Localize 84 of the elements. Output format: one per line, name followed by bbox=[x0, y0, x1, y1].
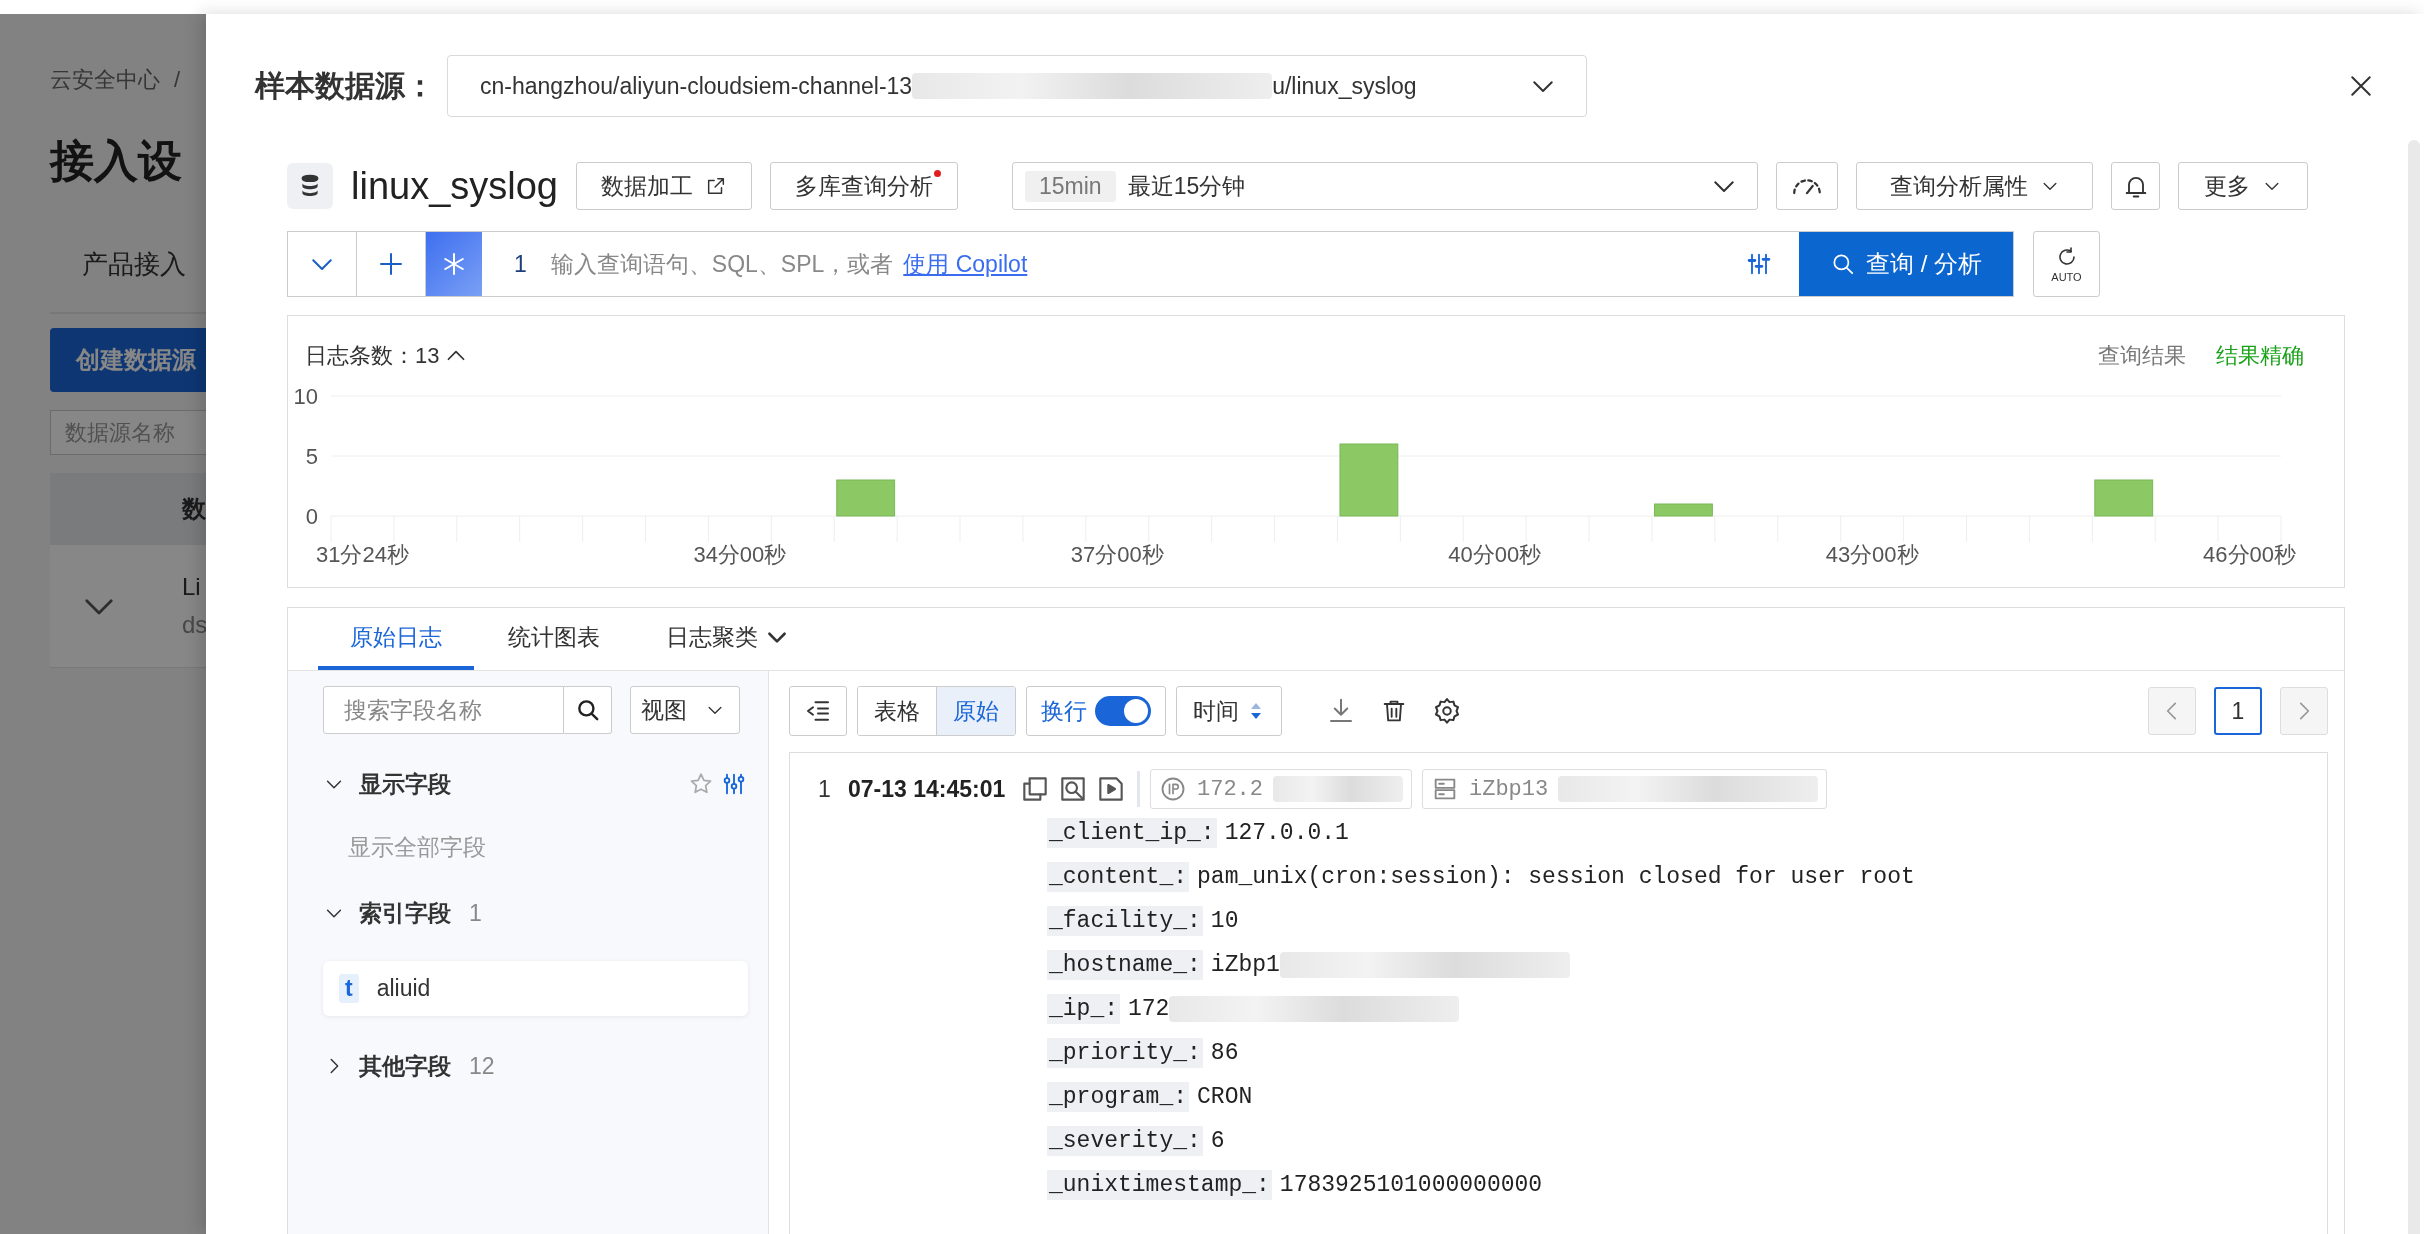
more-button[interactable]: 更多 bbox=[2178, 162, 2308, 210]
x-tick-label: 46分00秒 bbox=[2203, 542, 2296, 567]
log-count: 日志条数：13 bbox=[305, 342, 440, 370]
y-tick-label: 0 bbox=[305, 504, 318, 529]
group-count: 1 bbox=[469, 899, 482, 927]
row-detail: ds bbox=[182, 611, 206, 639]
view-tab[interactable]: 日志聚类 bbox=[634, 608, 822, 670]
search-button[interactable]: 查询 / 分析 bbox=[1799, 232, 2013, 296]
settings-icon[interactable] bbox=[1432, 696, 1462, 726]
external-link-icon bbox=[705, 175, 727, 197]
wrap-switch[interactable]: 换行 bbox=[1026, 686, 1166, 736]
result-status: 结果精确 bbox=[2216, 342, 2304, 370]
breadcrumb-separator: / bbox=[174, 67, 181, 93]
properties-button[interactable]: 查询分析属性 bbox=[1856, 162, 2093, 210]
tool-button[interactable]: 多库查询分析 bbox=[770, 162, 958, 210]
field-value: 127.0.0.1 bbox=[1224, 820, 1349, 846]
line-number: 1 bbox=[514, 250, 527, 278]
logstore-name: linux_syslog bbox=[351, 164, 558, 208]
tool-button[interactable]: 数据加工 bbox=[576, 162, 752, 210]
table-header-cell: 数 bbox=[50, 473, 206, 545]
field-key: _program_: bbox=[1047, 1082, 1190, 1112]
gauge-button[interactable] bbox=[1776, 162, 1838, 210]
page-title: 接入设 bbox=[50, 135, 183, 187]
field-key: _ip_: bbox=[1047, 994, 1120, 1024]
source-suffix: u/linux_syslog bbox=[1272, 72, 1417, 100]
field-item[interactable]: t aliuid bbox=[323, 961, 748, 1016]
y-tick-label: 5 bbox=[305, 444, 318, 469]
field-search[interactable]: 搜索字段名称 bbox=[323, 686, 564, 734]
search-icon bbox=[1830, 251, 1856, 277]
x-tick-label: 40分00秒 bbox=[1448, 542, 1542, 567]
result-label: 查询结果 bbox=[2098, 342, 2186, 370]
group-title: 显示字段 bbox=[359, 769, 451, 799]
group-count: 12 bbox=[469, 1052, 495, 1080]
log-index: 1 bbox=[818, 775, 832, 803]
notification-dot bbox=[934, 170, 941, 177]
source-label: 样本数据源： bbox=[255, 67, 436, 104]
field-value: 172 bbox=[1128, 996, 1170, 1022]
source-prefix: cn-hangzhou/aliyun-cloudsiem-channel-13 bbox=[480, 72, 913, 100]
group-title: 其他字段 bbox=[359, 1051, 451, 1081]
field-key: _client_ip_: bbox=[1047, 818, 1217, 848]
tag-text: 172.2 bbox=[1197, 776, 1263, 802]
tag-text: iZbp13 bbox=[1469, 776, 1549, 802]
field-value: 10 bbox=[1210, 908, 1239, 934]
time-label: 最近15分钟 bbox=[1127, 171, 1246, 201]
field-value: pam_unix(cron:session): session closed for user root bbox=[1197, 864, 1915, 890]
log-time: 07-13 14:45:01 bbox=[848, 775, 1007, 803]
row-name: Li bbox=[182, 573, 202, 601]
page-button[interactable]: 1 bbox=[2214, 687, 2262, 735]
view-toggle[interactable]: 原始 bbox=[936, 687, 1015, 735]
field-key: _facility_: bbox=[1047, 906, 1203, 936]
x-tick-label: 37分00秒 bbox=[1070, 542, 1164, 567]
time-range-select[interactable]: 15min 最近15分钟 bbox=[1012, 162, 1758, 210]
alert-button[interactable] bbox=[2111, 162, 2160, 210]
view-tab[interactable]: 统计图表 bbox=[476, 608, 632, 670]
ip-icon bbox=[1159, 775, 1187, 803]
source-select[interactable]: cn-hangzhou/aliyun-cloudsiem-channel-13 u/linux_syslog bbox=[447, 55, 1587, 117]
search-button[interactable] bbox=[564, 686, 612, 734]
field-key: _content_: bbox=[1047, 862, 1190, 892]
field-value: iZbp1 bbox=[1210, 952, 1280, 978]
collapse-panel-button[interactable] bbox=[789, 686, 847, 736]
field-value: 1783925101000000000 bbox=[1279, 1172, 1543, 1198]
field-value: 6 bbox=[1210, 1128, 1225, 1154]
field-type-badge: t bbox=[339, 974, 359, 1003]
refresh-button[interactable]: AUTO bbox=[2033, 231, 2100, 297]
field-key: _severity_: bbox=[1047, 1126, 1203, 1156]
show-all-fields-hint: 显示全部字段 bbox=[348, 833, 487, 862]
x-tick-label: 43分00秒 bbox=[1825, 542, 1919, 567]
copilot-link[interactable]: 使用 Copilot bbox=[903, 248, 1028, 280]
sort-button[interactable]: 时间 bbox=[1176, 686, 1282, 736]
x-tick-label: 31分24秒 bbox=[316, 542, 409, 567]
y-tick-label: 10 bbox=[293, 384, 318, 409]
field-key: _unixtimestamp_: bbox=[1047, 1170, 1272, 1200]
view-select[interactable]: 视图 bbox=[630, 686, 740, 734]
host-tag[interactable]: iZbp13 bbox=[1422, 769, 1828, 809]
sparkle-button[interactable] bbox=[426, 232, 482, 296]
query-hint: 输入查询语句、SQL、SPL，或者 bbox=[550, 249, 894, 279]
field-key: _priority_: bbox=[1047, 1038, 1203, 1068]
ip-tag[interactable]: 172.2 bbox=[1150, 769, 1412, 809]
field-value: 86 bbox=[1210, 1040, 1239, 1066]
field-key: _hostname_: bbox=[1047, 950, 1203, 980]
x-tick-label: 34分00秒 bbox=[693, 542, 787, 567]
time-badge: 15min bbox=[1025, 170, 1116, 202]
field-value: CRON bbox=[1197, 1084, 1253, 1110]
group-title: 索引字段 bbox=[359, 898, 451, 928]
